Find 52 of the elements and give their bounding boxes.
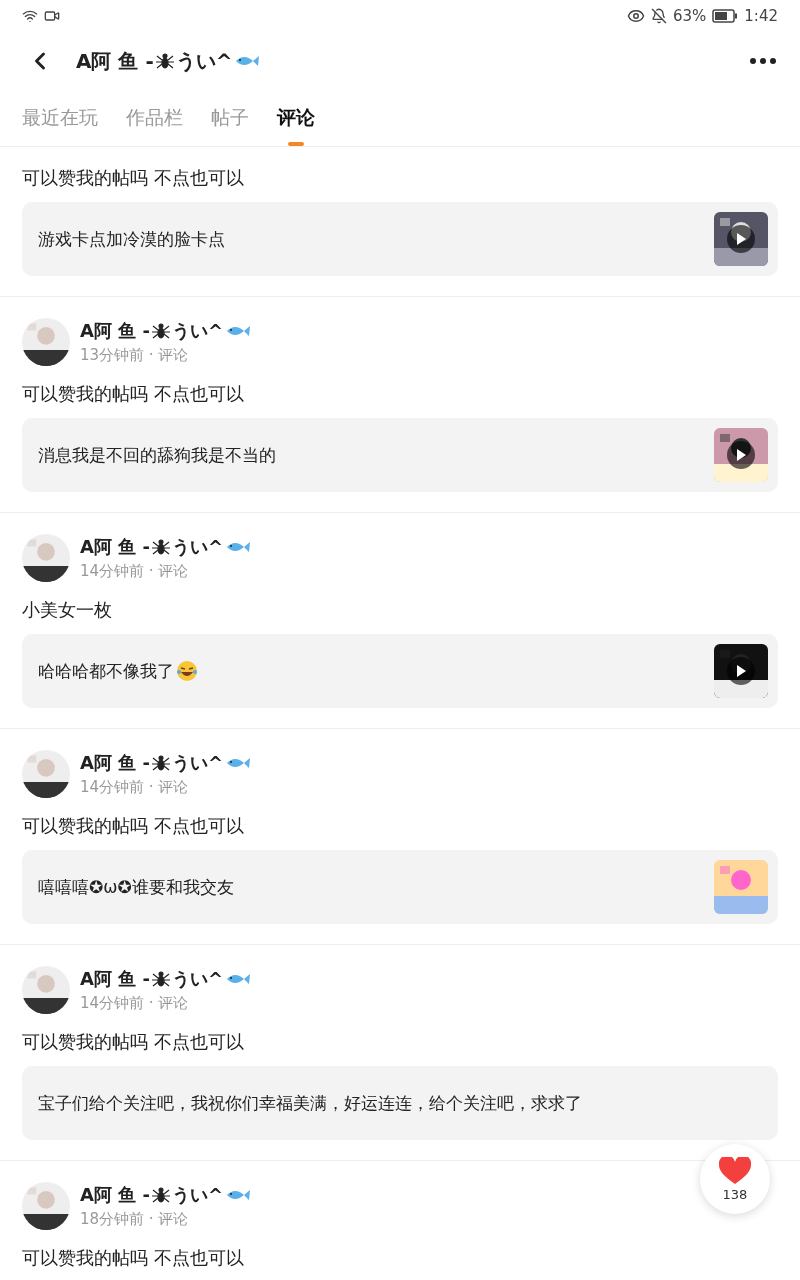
author-name-suffix: うい^: [171, 967, 224, 991]
quoted-post-card[interactable]: 消息我是不回的舔狗我是不当的: [22, 418, 778, 492]
battery-percent: 63%: [672, 7, 707, 25]
clock-time: 1:42: [744, 7, 778, 25]
post-meta: 14分钟前 · 评论: [80, 562, 190, 581]
author-name: A阿 鱼 -: [80, 535, 150, 559]
post-meta: 14分钟前 · 评论: [80, 778, 190, 797]
post-meta: 13分钟前 · 评论: [80, 346, 190, 365]
quoted-post-card[interactable]: 哈哈哈都不像我了: [22, 634, 778, 708]
spider-icon: [151, 537, 170, 557]
quoted-post-card[interactable]: 嘻嘻嘻✪ω✪谁要和我交友: [22, 850, 778, 924]
profile-name-suffix: うい^: [175, 47, 233, 75]
author-name: A阿 鱼 -: [80, 967, 150, 991]
more-icon: [750, 58, 776, 64]
author-name-suffix: うい^: [171, 319, 224, 343]
author-name: A阿 鱼 -: [80, 319, 150, 343]
author-name-suffix: うい^: [171, 751, 224, 775]
post-meta: 14分钟前 · 评论: [80, 994, 190, 1013]
author-name: A阿 鱼 -: [80, 751, 150, 775]
active-tab-indicator: [288, 142, 304, 146]
comment-text: 可以赞我的帖吗 不点也可以: [22, 1246, 245, 1270]
comment-text: 可以赞我的帖吗 不点也可以: [22, 1030, 245, 1054]
video-camera-icon: [44, 8, 60, 24]
quoted-post-text: 哈哈哈都不像我了: [38, 659, 174, 683]
spider-icon: [151, 321, 170, 341]
like-button[interactable]: 138: [700, 1144, 770, 1214]
eye-icon: [626, 7, 645, 25]
spider-icon: [155, 51, 174, 71]
bell-off-icon: [650, 8, 667, 24]
quoted-post-text: 游戏卡点加冷漠的脸卡点: [38, 227, 225, 251]
tab[interactable]: 评论: [277, 90, 315, 146]
author-name: A阿 鱼 -: [80, 1183, 150, 1207]
spider-icon: [151, 753, 170, 773]
quoted-post-text: 消息我是不回的舔狗我是不当的: [38, 443, 276, 467]
quoted-post-card[interactable]: 游戏卡点加冷漠的脸卡点: [22, 202, 778, 276]
quoted-post-card[interactable]: 宝子们给个关注吧，我祝你们幸福美满，好运连连，给个关注吧，求求了: [22, 1066, 778, 1140]
author-name-suffix: うい^: [171, 535, 224, 559]
spider-icon: [151, 1185, 170, 1205]
heart-icon: [719, 1156, 751, 1185]
quoted-post-text: 嘻嘻嘻✪ω✪谁要和我交友: [38, 875, 234, 899]
battery-icon: [712, 9, 739, 23]
comment-text: 可以赞我的帖吗 不点也可以: [22, 814, 245, 838]
comment-text: 可以赞我的帖吗 不点也可以: [22, 166, 245, 190]
more-menu-button[interactable]: [750, 58, 776, 64]
comment-text: 可以赞我的帖吗 不点也可以: [22, 382, 245, 406]
wifi-icon: [22, 8, 38, 24]
post-meta: 18分钟前 · 评论: [80, 1210, 190, 1229]
comment-text: 小美女一枚: [22, 598, 113, 622]
spider-icon: [151, 969, 170, 989]
profile-name: A阿 鱼 -: [76, 47, 154, 75]
quoted-post-text: 宝子们给个关注吧，我祝你们幸福美满，好运连连，给个关注吧，求求了: [38, 1091, 582, 1115]
author-name-suffix: うい^: [171, 1183, 224, 1207]
